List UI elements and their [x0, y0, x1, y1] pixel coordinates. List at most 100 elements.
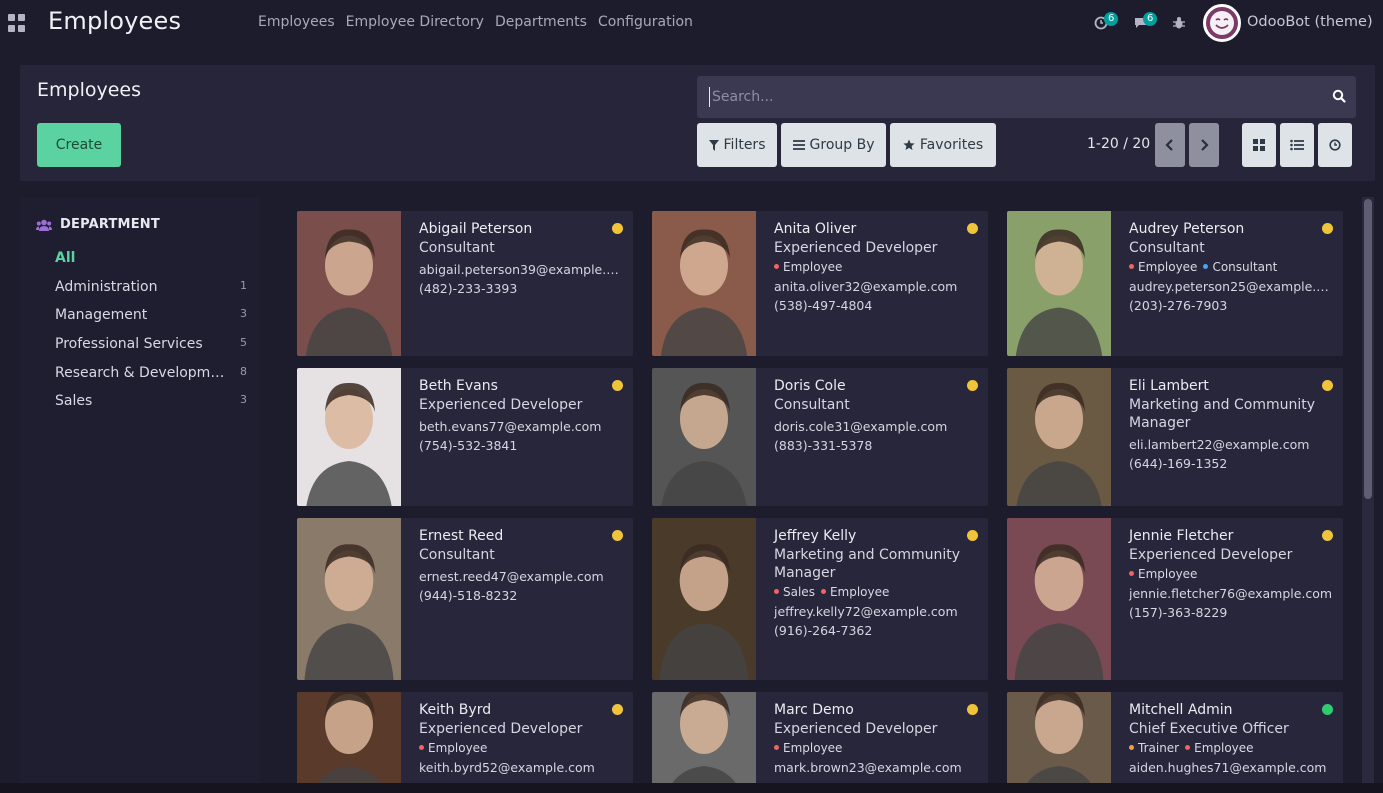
employee-card[interactable]: Anita Oliver Experienced Developer Employe…	[652, 211, 988, 356]
employee-email: keith.byrd52@example.com	[419, 760, 595, 775]
filters-button[interactable]: Filters	[697, 123, 777, 167]
employee-phone: (482)-233-3393	[419, 281, 518, 296]
employee-phone: (157)-363-8229	[1129, 605, 1228, 620]
employee-card[interactable]: Jennie Fletcher Experienced Developer Empl…	[1007, 518, 1343, 680]
apps-menu-icon[interactable]	[8, 14, 26, 32]
employee-name[interactable]: Beth Evans	[419, 376, 625, 396]
user-name[interactable]: OdooBot (theme)	[1247, 14, 1373, 30]
employee-info: Eli Lambert Marketing and Community Manag…	[1129, 376, 1335, 471]
employee-card[interactable]: Ernest Reed Consultant ernest.reed47@examp…	[297, 518, 633, 680]
employee-photo	[297, 368, 401, 506]
top-menu: Employees Employee Directory Departments…	[258, 14, 693, 30]
activity-view-button[interactable]	[1318, 123, 1352, 167]
employee-card[interactable]: Keith Byrd Experienced Developer Employee k…	[297, 692, 633, 783]
message-count-badge: 6	[1143, 12, 1158, 26]
pager-next-button[interactable]	[1189, 123, 1219, 167]
filters-label: Filters	[723, 137, 766, 153]
kanban-scrollbar[interactable]	[1362, 197, 1374, 783]
menu-item-employee-directory[interactable]: Employee Directory	[346, 14, 484, 30]
employee-phone: (944)-518-8232	[419, 588, 518, 603]
employee-phone: (916)-264-7362	[774, 623, 873, 638]
menu-item-employees[interactable]: Employees	[258, 14, 335, 30]
tag-color-dot	[1129, 745, 1134, 750]
employee-tag: Trainer	[1129, 741, 1179, 755]
tag-label: Employee	[783, 260, 843, 274]
messaging-menu[interactable]: 6	[1133, 12, 1158, 34]
kanban-view-button[interactable]	[1242, 123, 1276, 167]
menu-item-configuration[interactable]: Configuration	[598, 14, 693, 30]
presence-status-dot	[612, 380, 623, 391]
employee-info: Beth Evans Experienced Developer beth.evan…	[419, 376, 625, 453]
employee-name[interactable]: Jeffrey Kelly	[774, 526, 980, 546]
employee-tag: Employee	[1129, 567, 1197, 581]
employee-photo	[1007, 368, 1111, 506]
employee-card[interactable]: Abigail Peterson Consultant abigail.peters…	[297, 211, 633, 356]
department-item-research-development[interactable]: Research & Development 8	[55, 365, 247, 381]
activity-menu[interactable]: 6	[1094, 12, 1119, 34]
bug-icon[interactable]	[1172, 16, 1186, 30]
employee-job-title: Consultant	[419, 240, 495, 256]
employee-tags: Employee	[774, 260, 980, 274]
employee-card[interactable]: Beth Evans Experienced Developer beth.evan…	[297, 368, 633, 506]
employee-name[interactable]: Ernest Reed	[419, 526, 625, 546]
department-item-sales[interactable]: Sales 3	[55, 393, 247, 409]
employee-job-title: Experienced Developer	[774, 240, 938, 256]
pager-value[interactable]: 1-20 / 20	[1087, 136, 1150, 152]
employee-job-title: Consultant	[774, 397, 850, 413]
employee-name[interactable]: Keith Byrd	[419, 700, 625, 720]
employee-info: Ernest Reed Consultant ernest.reed47@examp…	[419, 526, 625, 603]
employee-card[interactable]: Eli Lambert Marketing and Community Manag…	[1007, 368, 1343, 506]
employee-photo	[652, 518, 756, 680]
employee-card[interactable]: Doris Cole Consultant doris.cole31@example…	[652, 368, 988, 506]
group-by-label: Group By	[809, 137, 875, 153]
department-item-professional-services[interactable]: Professional Services 5	[55, 336, 247, 352]
presence-status-dot	[1322, 704, 1333, 715]
employee-photo	[652, 692, 756, 783]
employee-name[interactable]: Eli Lambert	[1129, 376, 1335, 396]
bars-icon	[792, 140, 805, 150]
employee-name[interactable]: Anita Oliver	[774, 219, 980, 239]
department-item-label: Professional Services	[55, 336, 203, 352]
control-panel: Employees Create Filters Group By Favori…	[20, 65, 1375, 181]
employee-tag: Employee	[774, 741, 842, 755]
create-button[interactable]: Create	[37, 123, 121, 167]
employee-email: aiden.hughes71@example.com	[1129, 760, 1327, 775]
employee-email: ernest.reed47@example.com	[419, 569, 604, 584]
tag-label: Employee	[783, 741, 843, 755]
employee-name[interactable]: Doris Cole	[774, 376, 980, 396]
department-header-label: DEPARTMENT	[60, 217, 160, 232]
pager-previous-button[interactable]	[1155, 123, 1185, 167]
department-item-all[interactable]: All	[55, 250, 247, 266]
employee-tag: Employee	[774, 260, 842, 274]
list-view-button[interactable]	[1280, 123, 1314, 167]
search-box	[697, 76, 1356, 118]
employee-name[interactable]: Jennie Fletcher	[1129, 526, 1335, 546]
employee-card[interactable]: Mitchell Admin Chief Executive Officer Tra…	[1007, 692, 1343, 783]
tag-color-dot	[774, 264, 779, 269]
chevron-left-icon	[1165, 139, 1173, 151]
search-icon[interactable]	[1332, 89, 1346, 103]
department-item-management[interactable]: Management 3	[55, 307, 247, 323]
employee-card[interactable]: Marc Demo Experienced Developer Employee ma…	[652, 692, 988, 783]
grid-icon	[1253, 139, 1265, 151]
employee-card[interactable]: Audrey Peterson Consultant Employee Consult…	[1007, 211, 1343, 356]
employee-name[interactable]: Marc Demo	[774, 700, 980, 720]
employee-name[interactable]: Mitchell Admin	[1129, 700, 1335, 720]
favorites-button[interactable]: Favorites	[890, 123, 996, 167]
group-by-button[interactable]: Group By	[781, 123, 886, 167]
employee-photo	[297, 692, 401, 783]
employee-email: doris.cole31@example.com	[774, 419, 948, 434]
user-avatar[interactable]	[1203, 4, 1241, 42]
employee-photo	[1007, 518, 1111, 680]
search-input[interactable]	[709, 87, 1309, 107]
presence-status-dot	[967, 380, 978, 391]
employee-job-title: Experienced Developer	[419, 397, 583, 413]
presence-status-dot	[1322, 223, 1333, 234]
department-item-administration[interactable]: Administration 1	[55, 279, 247, 295]
menu-item-departments[interactable]: Departments	[495, 14, 587, 30]
app-title[interactable]: Employees	[48, 7, 181, 35]
employee-name[interactable]: Audrey Peterson	[1129, 219, 1335, 239]
scrollbar-thumb[interactable]	[1364, 199, 1372, 499]
employee-name[interactable]: Abigail Peterson	[419, 219, 625, 239]
employee-card[interactable]: Jeffrey Kelly Marketing and Community Man…	[652, 518, 988, 680]
